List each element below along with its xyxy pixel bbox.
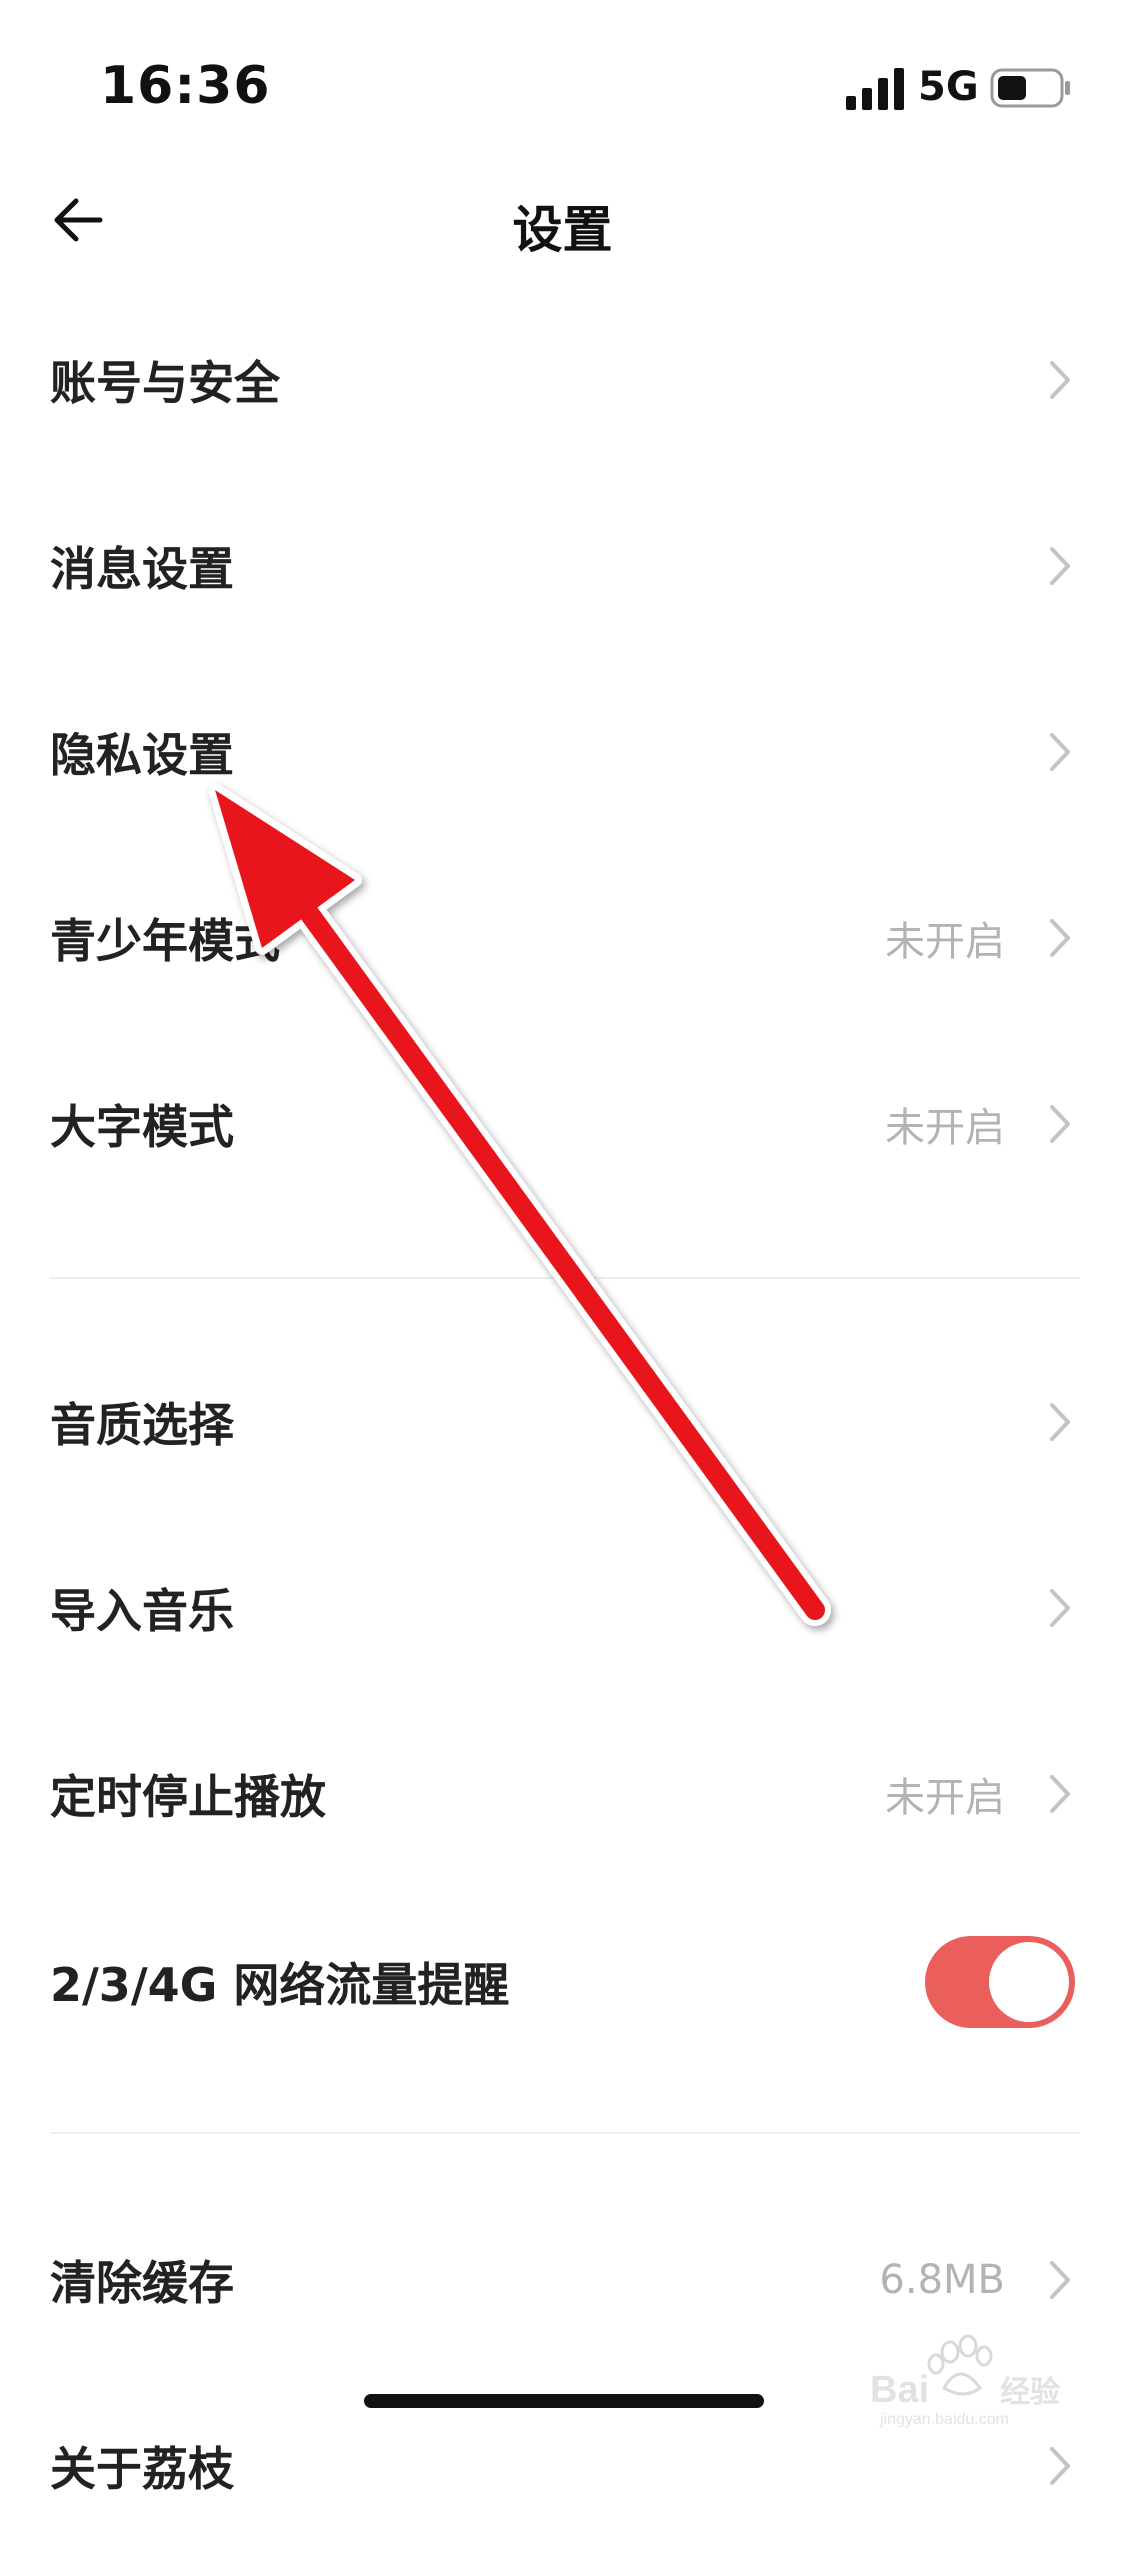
- baidu-watermark-logo: Bai 经验 jingyan.baidu.com: [860, 2330, 1100, 2430]
- chevron-right-icon: [1050, 1403, 1070, 1441]
- settings-row-large-font[interactable]: 大字模式 未开启: [0, 1034, 1125, 1214]
- row-label: 音质选择: [50, 1398, 234, 1452]
- status-bar: 16:36 5G: [0, 0, 1125, 180]
- settings-row-teen-mode[interactable]: 青少年模式 未开启: [0, 848, 1125, 1028]
- home-indicator[interactable]: [364, 2394, 764, 2408]
- chevron-right-icon: [1050, 1589, 1070, 1627]
- chevron-right-icon: [1050, 2447, 1070, 2485]
- row-value: 未开启: [885, 1105, 1005, 1151]
- page-title: 设置: [512, 201, 613, 259]
- section-divider: [50, 1277, 1080, 1279]
- chevron-right-icon: [1050, 733, 1070, 771]
- row-value: 6.8MB: [879, 2257, 1005, 2303]
- toggle-knob: [989, 1942, 1069, 2022]
- settings-row-account-security[interactable]: 账号与安全: [0, 290, 1125, 470]
- settings-row-data-usage-alert: 2/3/4G 网络流量提醒: [0, 1892, 1125, 2072]
- chevron-right-icon: [1050, 547, 1070, 585]
- svg-text:经验: 经验: [1000, 2375, 1060, 2410]
- settings-row-audio-quality[interactable]: 音质选择: [0, 1332, 1125, 1512]
- row-label: 隐私设置: [50, 728, 234, 782]
- settings-row-import-music[interactable]: 导入音乐: [0, 1518, 1125, 1698]
- row-label: 账号与安全: [50, 356, 280, 410]
- settings-row-sleep-timer[interactable]: 定时停止播放 未开启: [0, 1704, 1125, 1884]
- network-type: 5G: [918, 64, 979, 110]
- chevron-right-icon: [1050, 1775, 1070, 1813]
- row-value: 未开启: [885, 919, 1005, 965]
- section-divider: [50, 2132, 1080, 2134]
- row-label: 导入音乐: [50, 1584, 234, 1638]
- status-time: 16:36: [100, 56, 271, 116]
- svg-text:Bai: Bai: [870, 2369, 929, 2411]
- signal-bars-icon: [846, 68, 904, 110]
- battery-icon: [990, 68, 1070, 108]
- settings-row-message[interactable]: 消息设置: [0, 476, 1125, 656]
- row-label: 清除缓存: [50, 2256, 234, 2310]
- chevron-right-icon: [1050, 361, 1070, 399]
- row-label: 2/3/4G 网络流量提醒: [50, 1958, 510, 2012]
- chevron-right-icon: [1050, 2261, 1070, 2299]
- row-label: 青少年模式: [50, 914, 280, 968]
- nav-bar: 设置: [0, 170, 1125, 270]
- row-value: 未开启: [885, 1775, 1005, 1821]
- svg-text:jingyan.baidu.com: jingyan.baidu.com: [879, 2411, 1009, 2428]
- row-label: 关于荔枝: [50, 2442, 234, 2496]
- chevron-right-icon: [1050, 919, 1070, 957]
- data-usage-toggle[interactable]: [925, 1936, 1075, 2028]
- row-label: 定时停止播放: [50, 1770, 326, 1824]
- row-label: 消息设置: [50, 542, 234, 596]
- settings-row-privacy[interactable]: 隐私设置: [0, 662, 1125, 842]
- row-label: 大字模式: [50, 1100, 234, 1154]
- chevron-right-icon: [1050, 1105, 1070, 1143]
